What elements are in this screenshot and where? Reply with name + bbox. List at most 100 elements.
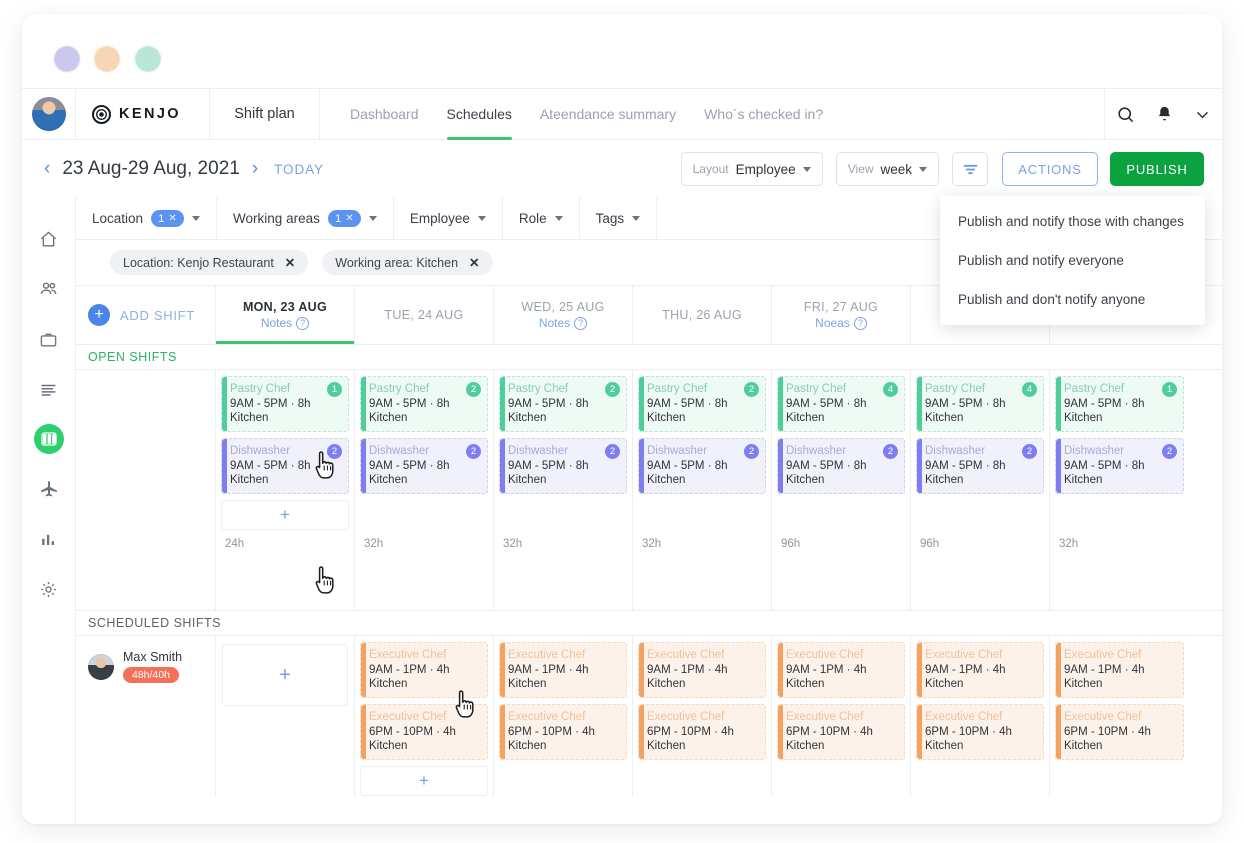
add-shift-button[interactable]: + ADD SHIFT [76, 286, 216, 344]
view-select[interactable]: View week [836, 152, 939, 186]
shift-card[interactable]: Dishwasher 9AM - 5PM · 8h Kitchen 2 [360, 438, 488, 494]
shift-card[interactable]: Dishwasher 9AM - 5PM · 8h Kitchen 2 [221, 438, 349, 494]
tab-dashboard[interactable]: Dashboard [350, 88, 419, 140]
tab-schedules[interactable]: Schedules [447, 88, 512, 140]
day-date: WED, 25 AUG [521, 300, 604, 314]
shift-time: 9AM - 5PM · 8h [1064, 398, 1175, 410]
shift-card[interactable]: Executive Chef 6PM - 10PM · 4h Kitchen [499, 704, 627, 760]
add-shift-cell[interactable]: + [221, 500, 349, 530]
chevron-down-icon[interactable] [1194, 106, 1211, 123]
chevron-down-icon [369, 216, 377, 221]
tab-whos-checked-in[interactable]: Who´s checked in? [704, 88, 823, 140]
clear-icon[interactable]: ✕ [345, 213, 353, 224]
user-avatar[interactable] [22, 89, 76, 139]
briefcase-icon[interactable] [34, 324, 64, 354]
employee-cell[interactable]: Max Smith 48h/40h [76, 636, 216, 796]
filter-employee[interactable]: Employee [394, 198, 503, 239]
publish-notify-changed-item[interactable]: Publish and notify those with changes [940, 202, 1205, 241]
shift-card[interactable]: Pastry Chef 9AM - 5PM · 8h Kitchen 2 [638, 376, 766, 432]
notification-bell-icon[interactable] [1156, 105, 1173, 123]
next-week-button[interactable]: › [252, 158, 258, 180]
filter-location-count[interactable]: 1 ✕ [151, 210, 184, 227]
shift-card[interactable]: Executive Chef 6PM - 10PM · 4h Kitchen [360, 704, 488, 760]
filter-location[interactable]: Location 1 ✕ [76, 198, 217, 239]
shift-card[interactable]: Pastry Chef 9AM - 5PM · 8h Kitchen 4 [916, 376, 1044, 432]
publish-notify-everyone-item[interactable]: Publish and notify everyone [940, 241, 1205, 280]
people-icon[interactable] [34, 274, 64, 304]
shift-card[interactable]: Executive Chef 9AM - 1PM · 4h Kitchen [1055, 642, 1184, 698]
shift-card[interactable]: Executive Chef 9AM - 1PM · 4h Kitchen [638, 642, 766, 698]
help-icon: ? [296, 317, 309, 330]
prev-week-button[interactable]: ‹ [44, 158, 50, 180]
day-notes-link[interactable]: Notes ? [539, 316, 587, 330]
shift-card[interactable]: Executive Chef 6PM - 10PM · 4h Kitchen [777, 704, 905, 760]
shift-card[interactable]: Pastry Chef 9AM - 5PM · 8h Kitchen 1 [221, 376, 349, 432]
shift-stack: Executive Chef 9AM - 1PM · 4h Kitchen Ex… [355, 636, 493, 760]
shift-area: Kitchen [1064, 474, 1175, 486]
filter-working-areas[interactable]: Working areas 1 ✕ [217, 198, 394, 239]
layout-select[interactable]: Layout Employee [681, 152, 823, 186]
brand-logo[interactable]: KENJO [76, 89, 210, 139]
tab-attendance-summary[interactable]: Ateendance summary [540, 88, 676, 140]
close-icon[interactable]: ✕ [469, 255, 479, 270]
publish-notify-nobody-item[interactable]: Publish and don't notify anyone [940, 280, 1205, 319]
shift-card[interactable]: Pastry Chef 9AM - 5PM · 8h Kitchen 2 [499, 376, 627, 432]
clear-icon[interactable]: ✕ [168, 213, 176, 224]
shift-count-badge: 2 [744, 382, 759, 397]
scheduled-column-sun: Executive Chef 9AM - 1PM · 4h Kitchen Ex… [1050, 636, 1189, 796]
filter-tags[interactable]: Tags [580, 198, 658, 239]
shift-card[interactable]: Pastry Chef 9AM - 5PM · 8h Kitchen 2 [360, 376, 488, 432]
shift-card[interactable]: Executive Chef 9AM - 1PM · 4h Kitchen [499, 642, 627, 698]
add-shift-cell[interactable]: + [222, 644, 348, 706]
publish-button[interactable]: PUBLISH [1110, 152, 1204, 186]
shift-card[interactable]: Executive Chef 9AM - 1PM · 4h Kitchen [777, 642, 905, 698]
airplane-icon[interactable] [34, 474, 64, 504]
shift-card[interactable]: Executive Chef 9AM - 1PM · 4h Kitchen [916, 642, 1044, 698]
day-column-header-fri[interactable]: FRI, 27 AUG Noeas ? [772, 286, 911, 344]
day-column-header-wed[interactable]: WED, 25 AUG Notes ? [494, 286, 633, 344]
shift-stack: Executive Chef 9AM - 1PM · 4h Kitchen Ex… [1050, 636, 1189, 760]
gear-icon[interactable] [34, 574, 64, 604]
day-notes-link[interactable]: Notes ? [261, 316, 309, 330]
day-column-header-mon[interactable]: MON, 23 AUG Notes ? [216, 286, 355, 344]
day-column-header-tue[interactable]: TUE, 24 AUG [355, 286, 494, 344]
shift-card[interactable]: Executive Chef 6PM - 10PM · 4h Kitchen [916, 704, 1044, 760]
day-column-header-thu[interactable]: THU, 26 AUG [633, 286, 772, 344]
shift-time: 9AM - 5PM · 8h [369, 398, 479, 410]
shift-role: Executive Chef [786, 711, 896, 723]
open-shifts-row: Pastry Chef 9AM - 5PM · 8h Kitchen 1 Dis… [76, 370, 1222, 610]
today-button[interactable]: TODAY [274, 162, 324, 177]
chip-location[interactable]: Location: Kenjo Restaurant ✕ [110, 250, 308, 275]
shift-card[interactable]: Executive Chef 6PM - 10PM · 4h Kitchen [638, 704, 766, 760]
chevron-down-icon [632, 216, 640, 221]
bar-chart-icon[interactable] [34, 524, 64, 554]
columns-icon[interactable] [34, 424, 64, 454]
day-total-hours: 32h [633, 530, 771, 558]
search-icon[interactable] [1116, 105, 1135, 124]
shift-card[interactable]: Pastry Chef 9AM - 5PM · 8h Kitchen 4 [777, 376, 905, 432]
actions-button[interactable]: ACTIONS [1002, 152, 1098, 186]
close-icon[interactable]: ✕ [285, 255, 295, 270]
shift-card[interactable]: Pastry Chef 9AM - 5PM · 8h Kitchen 1 [1055, 376, 1184, 432]
home-icon[interactable] [34, 224, 64, 254]
filter-working-areas-count[interactable]: 1 ✕ [328, 210, 361, 227]
shift-area: Kitchen [925, 412, 1035, 424]
filter-role[interactable]: Role [503, 198, 580, 239]
list-icon[interactable] [34, 374, 64, 404]
shift-count-badge: 2 [883, 444, 898, 459]
day-total-hours: 32h [355, 530, 493, 558]
filter-button[interactable] [952, 152, 988, 186]
shift-time: 9AM - 5PM · 8h [647, 460, 757, 472]
shift-card[interactable]: Dishwasher 9AM - 5PM · 8h Kitchen 2 [777, 438, 905, 494]
notes-label: Noeas [815, 316, 850, 330]
shift-card[interactable]: Dishwasher 9AM - 5PM · 8h Kitchen 2 [1055, 438, 1184, 494]
add-shift-cell[interactable]: + [360, 766, 488, 796]
shift-card[interactable]: Dishwasher 9AM - 5PM · 8h Kitchen 2 [499, 438, 627, 494]
shift-card[interactable]: Dishwasher 9AM - 5PM · 8h Kitchen 2 [916, 438, 1044, 494]
shift-card[interactable]: Dishwasher 9AM - 5PM · 8h Kitchen 2 [638, 438, 766, 494]
chip-working-area[interactable]: Working area: Kitchen ✕ [322, 250, 492, 275]
day-notes-link[interactable]: Noeas ? [815, 316, 867, 330]
avatar-image [32, 97, 66, 131]
shift-card[interactable]: Executive Chef 6PM - 10PM · 4h Kitchen [1055, 704, 1184, 760]
shift-card[interactable]: Executive Chef 9AM - 1PM · 4h Kitchen [360, 642, 488, 698]
